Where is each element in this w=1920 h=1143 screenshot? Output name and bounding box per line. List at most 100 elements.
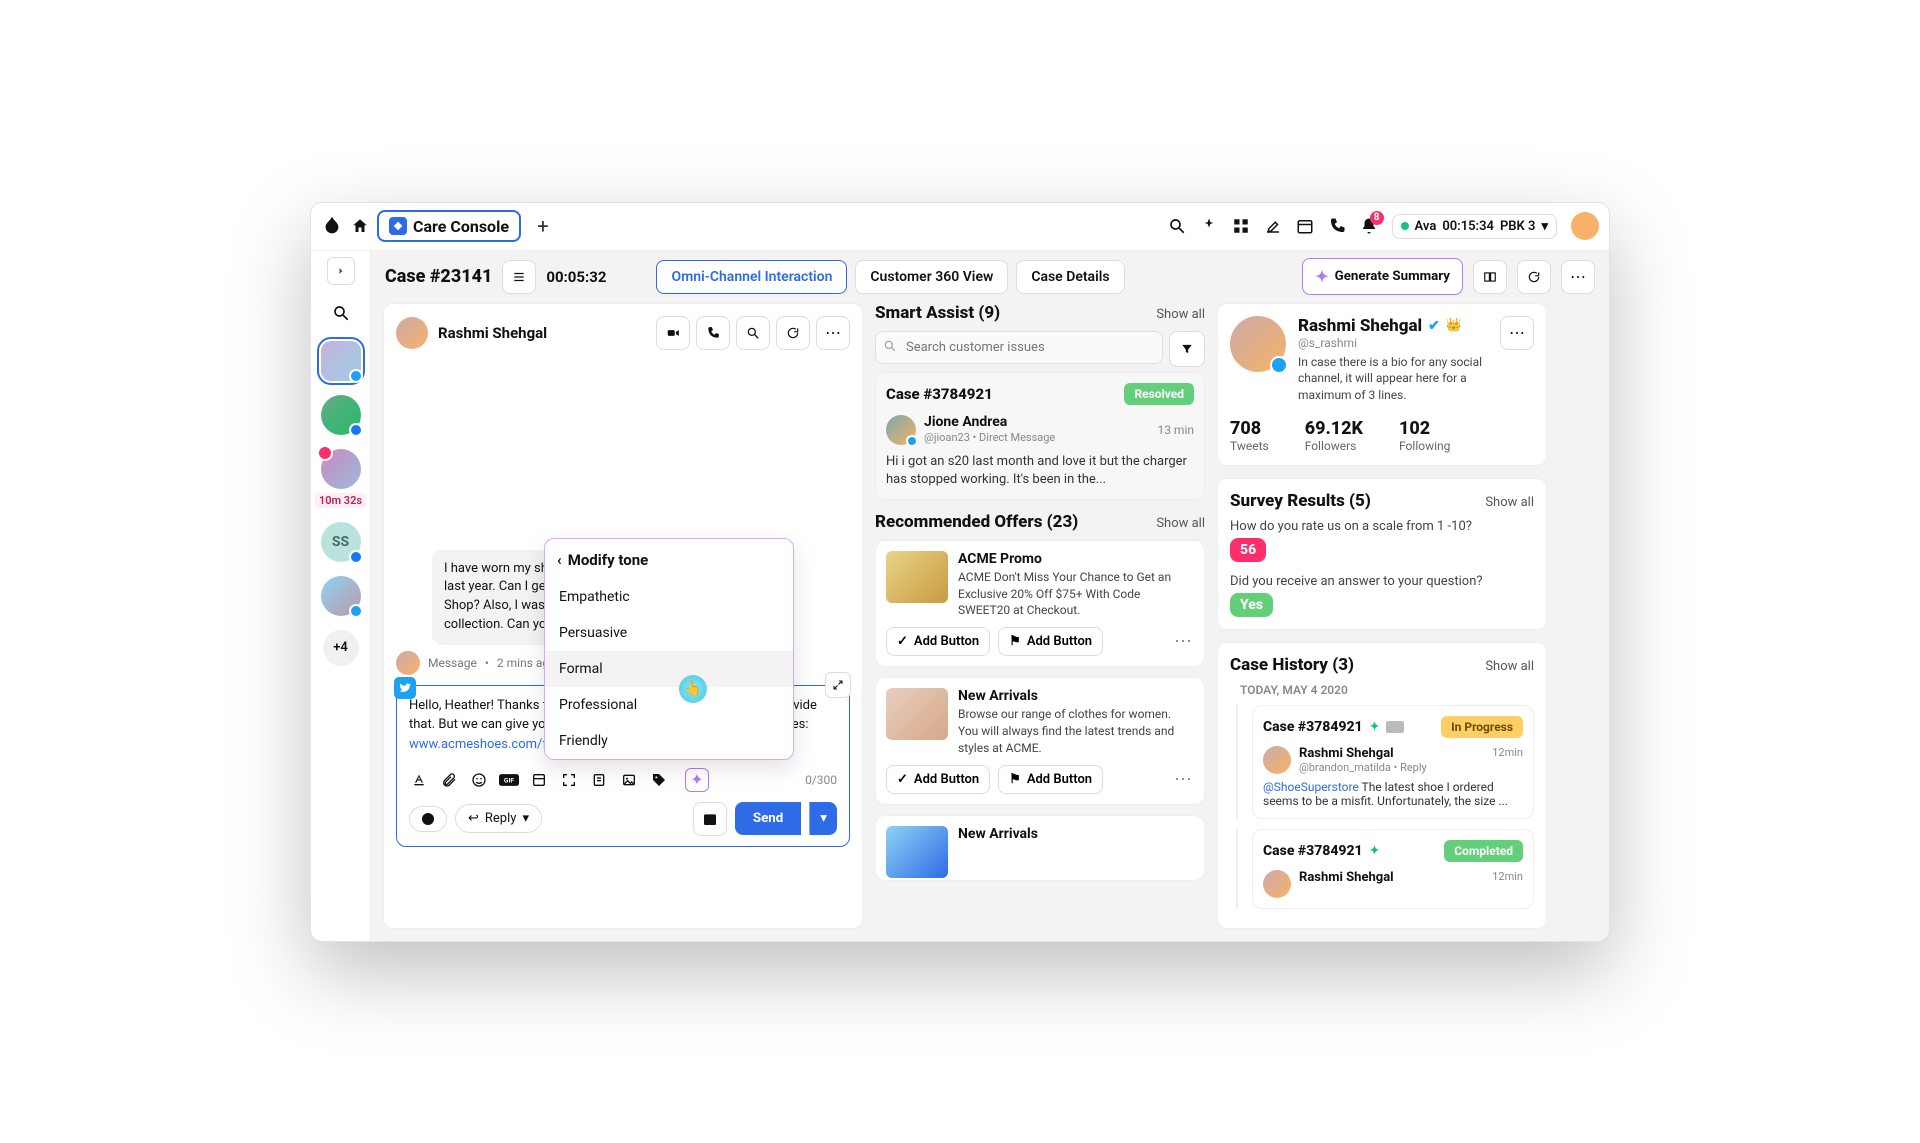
reply-arrow-icon: ↩ [468,811,479,826]
ai-assist-button[interactable]: ✦ [685,768,709,792]
tone-option-friendly[interactable]: Friendly [545,723,793,759]
assist-case-text: Hi i got an s20 last month and love it b… [886,453,1194,489]
rail-conversation-2[interactable] [321,395,361,435]
template-icon[interactable] [529,770,549,790]
assist-case-card[interactable]: Case #3784921 Resolved Jione Andrea @jio… [875,372,1205,500]
conversation-more-button[interactable]: ⋯ [816,316,850,350]
apps-grid-icon[interactable] [1232,217,1250,235]
sparkle-icon[interactable] [1200,217,1218,235]
notifications-icon[interactable]: 8 [1360,217,1378,235]
offer-title: ACME Promo [958,551,1194,567]
conversation-refresh-button[interactable] [776,316,810,350]
history-show-all[interactable]: Show all [1485,659,1534,674]
stat-following-value: 102 [1399,418,1450,439]
profile-name: Rashmi Shehgal [1298,316,1422,336]
image-icon[interactable] [619,770,639,790]
sentiment-pill[interactable] [409,806,447,832]
tab-case-details[interactable]: Case Details [1016,260,1124,294]
check-icon: ✓ [897,772,908,787]
send-button[interactable]: Send [735,802,801,835]
svg-text:GIF: GIF [504,776,514,784]
history-card[interactable]: Case #3784921 ✦ Completed Rashmi Shehgal [1236,829,1534,909]
emoji-icon[interactable] [469,770,489,790]
rail-conversation-4[interactable]: SS [321,522,361,562]
layout-toggle-button[interactable] [1473,260,1507,294]
profile-more-button[interactable]: ⋯ [1500,316,1534,350]
stat-tweets-value: 708 [1230,418,1269,439]
offer-more-icon[interactable]: ⋯ [1174,769,1194,790]
text-format-icon[interactable] [409,770,429,790]
star-icon: ✦ [1369,843,1381,859]
chat-panel: Rashmi Shehgal ⋯ I have worn my shoes ou… [383,303,863,929]
compose-expand-button[interactable] [825,672,851,698]
rail-more-conversations[interactable]: +4 [323,630,359,666]
tone-option-persuasive[interactable]: Persuasive [545,615,793,651]
facebook-badge-icon [349,423,363,437]
offer-add-button-1[interactable]: ✓Add Button [886,765,990,794]
compose-icon[interactable] [1264,217,1282,235]
offer-add-button-2[interactable]: ⚑Add Button [998,765,1103,794]
tone-option-professional[interactable]: Professional [545,687,793,723]
offer-add-button-2[interactable]: ⚑Add Button [998,627,1103,656]
calendar-icon[interactable] [1296,217,1314,235]
send-dropdown-button[interactable]: ▾ [809,802,837,835]
knowledge-icon[interactable] [589,770,609,790]
tab-omni-channel[interactable]: Omni-Channel Interaction [656,260,847,294]
gif-icon[interactable]: GIF [499,770,519,790]
minus-circle-icon [422,813,434,825]
status-timer: 00:15:34 [1442,219,1494,234]
initials-avatar: SS [332,534,349,550]
survey-q1: How do you rate us on a scale from 1 -10… [1230,519,1534,534]
channel-twitter-icon [394,677,416,699]
attachment-icon[interactable] [439,770,459,790]
offer-more-icon[interactable]: ⋯ [1174,631,1194,652]
offers-show-all[interactable]: Show all [1156,516,1205,531]
tone-option-empathetic[interactable]: Empathetic [545,579,793,615]
flag-icon: ⚑ [1009,634,1021,649]
status-dot-icon [1401,222,1409,230]
tag-icon[interactable] [649,770,669,790]
rail-conversation-3[interactable] [321,449,361,489]
reply-type-dropdown[interactable]: ↩Reply▾ [455,804,542,833]
tone-popup-header[interactable]: ‹Modify tone [545,539,793,579]
search-icon[interactable] [1168,217,1186,235]
tone-option-formal[interactable]: Formal [545,651,793,687]
more-actions-button[interactable]: ⋯ [1561,260,1595,294]
home-icon[interactable] [351,217,369,235]
rail-search-icon[interactable] [327,299,355,327]
offer-add-button-1[interactable]: ✓Add Button [886,627,990,656]
smart-assist-show-all[interactable]: Show all [1156,307,1205,322]
rail-collapse-button[interactable] [327,257,355,285]
video-call-button[interactable] [656,316,690,350]
history-case-number: Case #3784921 [1263,719,1363,735]
tab-customer-360[interactable]: Customer 360 View [855,260,1008,294]
conversation-rail: 10m 32s SS +4 [311,251,371,941]
reply-label: Reply [485,811,517,826]
thumb-icon [1386,721,1404,733]
workspace-tab-care-console[interactable]: ❖ Care Console [377,210,521,242]
add-tab-button[interactable]: + [529,212,557,240]
survey-show-all[interactable]: Show all [1485,495,1534,510]
mention-link[interactable]: @ShoeSuperstore [1263,780,1359,794]
voice-call-button[interactable] [696,316,730,350]
history-user-handle: @brandon_matilda • Reply [1299,761,1484,774]
schedule-button[interactable] [693,802,727,836]
refresh-button[interactable] [1517,260,1551,294]
offer-desc: ACME Don't Miss Your Chance to Get an Ex… [958,569,1194,619]
current-user-avatar[interactable] [1571,212,1599,240]
twitter-badge-icon [349,604,363,618]
smart-assist-search-input[interactable] [875,331,1163,364]
case-menu-button[interactable] [502,260,536,294]
fullscreen-icon[interactable] [559,770,579,790]
generate-summary-button[interactable]: ✦Generate Summary [1302,258,1463,295]
assist-case-number: Case #3784921 [886,385,993,403]
rail-conversation-5[interactable] [321,576,361,616]
phone-icon[interactable] [1328,217,1346,235]
assist-case-time: 13 min [1157,423,1194,437]
history-card[interactable]: Case #3784921 ✦ In Progress Rashmi Shehg… [1236,705,1534,819]
filter-button[interactable] [1169,331,1205,367]
rail-conversation-1[interactable] [321,341,361,381]
message-type-label: Message [428,656,477,670]
conversation-search-button[interactable] [736,316,770,350]
agent-status-dropdown[interactable]: Ava 00:15:34 PBK 3 ▾ [1392,214,1557,239]
